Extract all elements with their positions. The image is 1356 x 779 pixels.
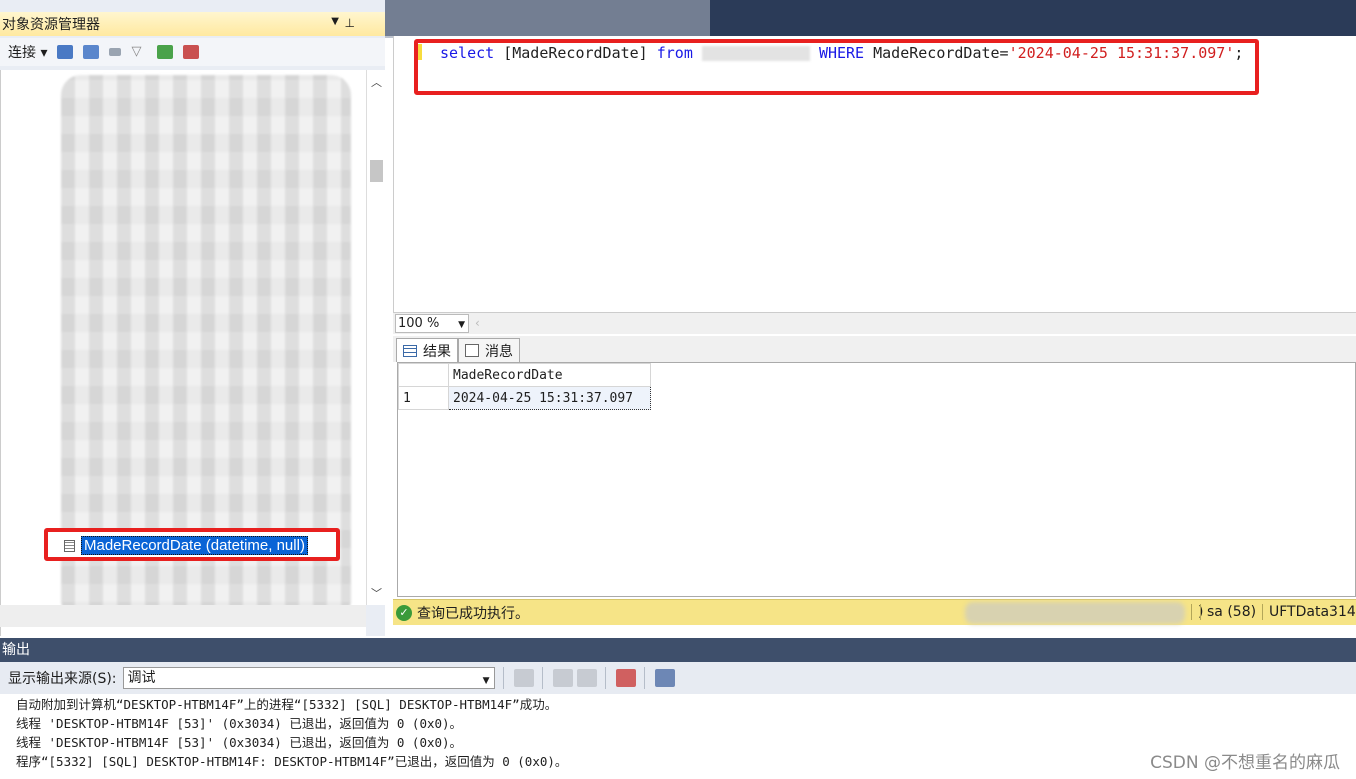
grid-icon bbox=[403, 344, 417, 357]
tab-messages-label: 消息 bbox=[485, 343, 513, 360]
table-row[interactable]: 1 2024-04-25 15:31:37.097 bbox=[398, 386, 651, 410]
tree-vertical-scrollbar[interactable]: ︿ ﹀ bbox=[366, 70, 385, 605]
chevron-up-icon[interactable]: ︿ bbox=[371, 74, 382, 90]
query-status-bar: ✓ 查询已成功执行。 ) sa (58) UFTData314 bbox=[393, 599, 1356, 625]
output-source-select[interactable]: 调试 ▼ bbox=[122, 667, 495, 691]
object-explorer-title: 对象资源管理器 bbox=[2, 17, 100, 33]
sql-terminator: ; bbox=[1234, 44, 1244, 62]
query-editor[interactable]: select [MadeRecordDate] from WHERE MadeR… bbox=[393, 36, 1356, 312]
object-explorer-panel: 对象资源管理器 ▼ ⊥ 连接 ▾ ▽ MadeRecordDate (datet… bbox=[0, 0, 385, 636]
toolbar-separator bbox=[604, 667, 606, 689]
zoom-select[interactable]: 100 % ▼ bbox=[395, 314, 469, 333]
object-explorer-titlebar: 对象资源管理器 ▼ ⊥ bbox=[0, 12, 385, 36]
previous-message-icon[interactable] bbox=[552, 669, 573, 687]
chevron-down-icon[interactable]: ▼ bbox=[458, 317, 465, 334]
editor-zoom-bar: 100 % ▼ ‹ bbox=[393, 312, 1356, 334]
blurred-tab-area bbox=[355, 0, 710, 38]
sql-column: [MadeRecordDate] bbox=[503, 44, 648, 62]
tree-node-maderecorddate[interactable]: MadeRecordDate (datetime, null) bbox=[64, 536, 308, 555]
toolbar-separator bbox=[541, 667, 543, 689]
header-row: MadeRecordDate bbox=[398, 363, 651, 387]
result-tabs: 结果 消息 bbox=[393, 336, 1356, 362]
sql-keyword-where: WHERE bbox=[818, 44, 865, 62]
word-wrap-icon[interactable] bbox=[654, 669, 675, 687]
clear-all-icon[interactable] bbox=[615, 669, 636, 687]
output-line: 线程 'DESKTOP-HTBM14F [53]' (0x3034) 已退出，返… bbox=[16, 716, 463, 731]
output-line: 自动附加到计算机“DESKTOP-HTBM14F”上的进程“[5332] [SQ… bbox=[16, 697, 558, 712]
tab-results-label: 结果 bbox=[423, 343, 451, 360]
output-panel-title: 输出 bbox=[0, 638, 1356, 662]
chevron-down-icon[interactable]: ﹀ bbox=[371, 585, 382, 601]
zoom-value: 100 % bbox=[398, 316, 440, 331]
connect-server-icon[interactable] bbox=[57, 45, 74, 59]
status-database: UFTData314 bbox=[1262, 604, 1356, 620]
sql-string-literal: '2024-04-25 15:31:37.097' bbox=[1008, 44, 1235, 62]
blurred-server-info bbox=[965, 602, 1185, 624]
output-source-label: 显示输出来源(S): bbox=[8, 671, 117, 687]
sql-keyword-select: select bbox=[440, 44, 495, 62]
scroll-left-icon[interactable]: ‹ bbox=[475, 316, 480, 330]
connect-button[interactable]: 连接 ▾ bbox=[8, 42, 47, 62]
goto-source-icon[interactable] bbox=[513, 669, 534, 687]
pin-icon[interactable]: ⊥ bbox=[345, 16, 355, 30]
tree-horizontal-scrollbar[interactable] bbox=[0, 605, 366, 627]
message-icon bbox=[465, 344, 479, 357]
filter-icon[interactable]: ▽ bbox=[131, 45, 147, 59]
row-number[interactable]: 1 bbox=[398, 386, 449, 410]
column-header[interactable]: MadeRecordDate bbox=[448, 363, 651, 387]
tab-results[interactable]: 结果 bbox=[396, 338, 458, 362]
panel-dropdown-icon[interactable]: ▼ bbox=[331, 16, 339, 27]
connect-label: 连接 bbox=[8, 45, 36, 61]
output-toolbar: 显示输出来源(S): 调试 ▼ bbox=[0, 662, 1356, 694]
highlight-box-tree-node: MadeRecordDate (datetime, null) bbox=[44, 528, 340, 561]
output-text[interactable]: 自动附加到计算机“DESKTOP-HTBM14F”上的进程“[5332] [SQ… bbox=[0, 694, 1356, 779]
status-message: 查询已成功执行。 bbox=[417, 605, 529, 622]
results-table: MadeRecordDate 1 2024-04-25 15:31:37.097 bbox=[398, 363, 651, 410]
watermark: CSDN @不想重名的麻瓜 bbox=[1150, 753, 1340, 773]
output-source-value: 调试 bbox=[127, 670, 156, 686]
blurred-table-name bbox=[701, 46, 810, 61]
result-cell[interactable]: 2024-04-25 15:31:37.097 bbox=[448, 386, 651, 410]
tree-node-label: MadeRecordDate (datetime, null) bbox=[81, 536, 308, 555]
success-check-icon: ✓ bbox=[396, 604, 412, 621]
column-icon bbox=[64, 539, 75, 552]
status-user: sa (58) bbox=[1200, 604, 1256, 620]
object-explorer-toolbar: 连接 ▾ ▽ bbox=[0, 38, 385, 66]
disconnect-icon[interactable] bbox=[83, 45, 100, 59]
sql-keyword-from: from bbox=[656, 44, 693, 62]
chevron-down-icon[interactable]: ▼ bbox=[483, 671, 490, 691]
tab-messages[interactable]: 消息 bbox=[458, 338, 520, 362]
activity-monitor-icon[interactable] bbox=[183, 45, 200, 59]
toolbar-separator bbox=[502, 667, 504, 689]
sql-statement[interactable]: select [MadeRecordDate] from WHERE MadeR… bbox=[440, 44, 1243, 62]
scrollbar-thumb[interactable] bbox=[370, 160, 383, 182]
stop-icon[interactable] bbox=[109, 48, 122, 56]
next-message-icon[interactable] bbox=[576, 669, 597, 687]
row-number-header[interactable] bbox=[398, 363, 449, 387]
toolbar-separator bbox=[643, 667, 645, 689]
refresh-icon[interactable] bbox=[157, 45, 174, 59]
sql-where-column: MadeRecordDate= bbox=[873, 44, 1009, 62]
results-grid[interactable]: MadeRecordDate 1 2024-04-25 15:31:37.097 bbox=[397, 362, 1356, 597]
